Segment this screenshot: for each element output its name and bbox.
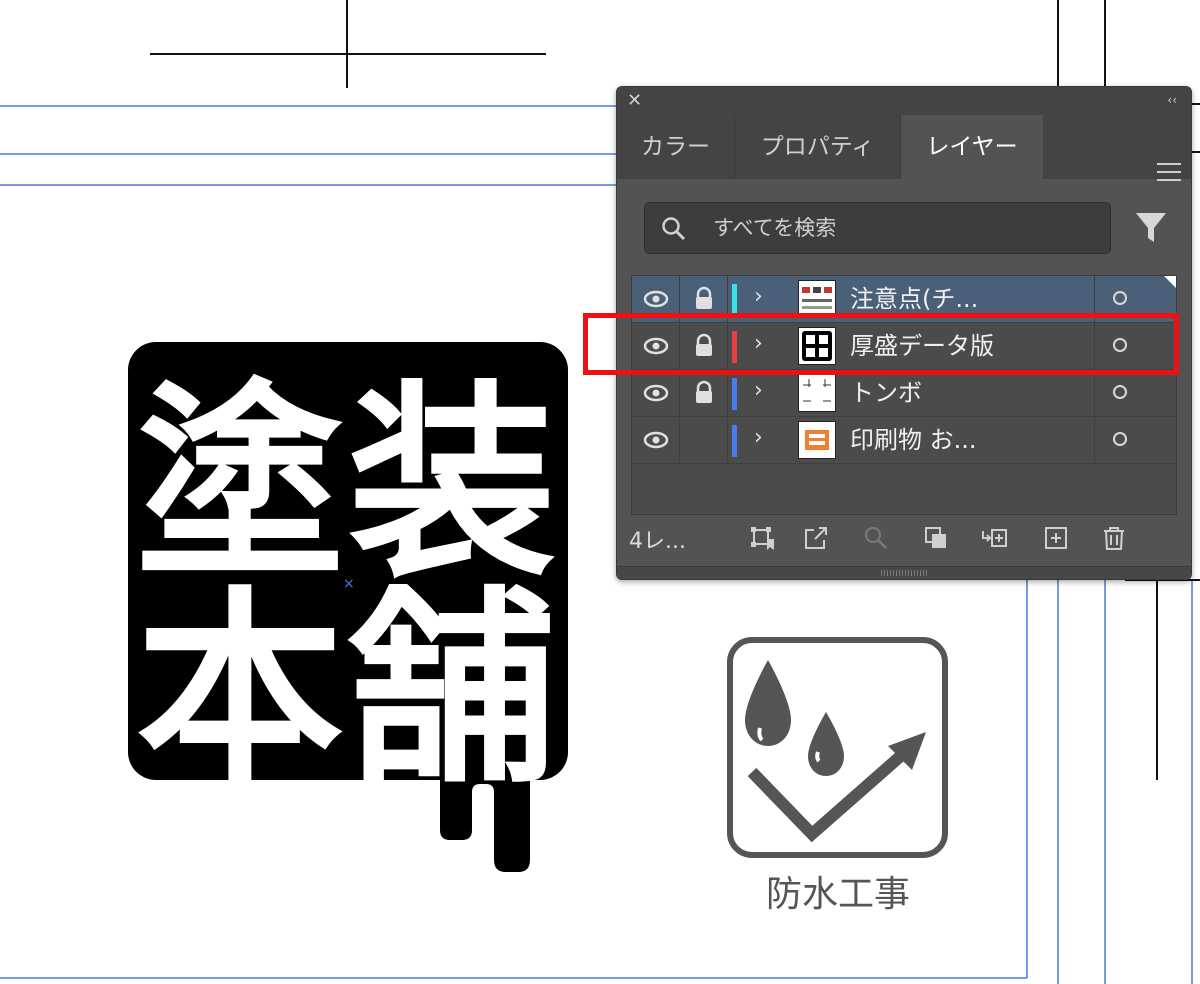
layer-name[interactable]: トンボ (850, 370, 922, 416)
collect-for-export-icon[interactable] (749, 525, 775, 551)
tab-layers[interactable]: レイヤー (901, 115, 1043, 179)
layer-name[interactable]: 印刷物 お... (850, 417, 977, 463)
search-placeholder: すべてを検索 (713, 216, 837, 240)
close-icon[interactable]: ✕ (627, 90, 642, 111)
logo-mark: 塗 装 本 舗 (128, 342, 568, 872)
tab-properties[interactable]: プロパティ (735, 115, 901, 179)
highlight-annotation-box (583, 313, 1179, 375)
layer-thumbnail (798, 374, 836, 412)
create-sublayer-icon[interactable] (981, 525, 1007, 551)
lock-toggle[interactable] (680, 417, 728, 463)
layer-thumbnail (798, 421, 836, 459)
search-icon (662, 217, 686, 241)
panel-resize-handle[interactable] (617, 566, 1191, 579)
current-layer-indicator (1164, 276, 1176, 288)
expand-chevron-icon[interactable]: › (754, 425, 763, 450)
target-circle-icon (1113, 291, 1127, 305)
waterproof-icon (727, 637, 948, 858)
layer-color-swatch (732, 378, 737, 410)
trash-icon[interactable] (1101, 525, 1127, 551)
tab-color[interactable]: カラー (617, 115, 735, 179)
visibility-toggle[interactable] (632, 417, 680, 463)
eye-icon (643, 384, 669, 402)
layer-target[interactable] (1094, 370, 1176, 416)
visibility-toggle[interactable] (632, 370, 680, 416)
layer-target[interactable] (1094, 417, 1176, 463)
layer-color-swatch (732, 425, 737, 457)
panel-tabs: カラー プロパティ レイヤー (617, 115, 1191, 181)
logo-char-4: 舗 (347, 570, 556, 812)
panel-titlebar[interactable]: ✕ ‹‹ (617, 87, 1191, 115)
panel-menu-icon[interactable] (1157, 163, 1181, 181)
layer-row[interactable]: › 印刷物 お... (632, 417, 1176, 464)
anchor-point-icon: × (343, 576, 355, 592)
logo-char-3: 本 (136, 570, 344, 812)
layer-color-swatch (732, 284, 737, 316)
layer-row[interactable]: › トンボ (632, 370, 1176, 417)
layer-count: 4レ... (629, 529, 686, 554)
make-clipping-mask-icon[interactable] (923, 525, 949, 551)
locate-object-icon[interactable] (863, 525, 889, 551)
eye-icon (643, 431, 669, 449)
expand-chevron-icon[interactable]: › (754, 284, 763, 309)
create-new-layer-icon[interactable] (1043, 525, 1069, 551)
lock-toggle[interactable] (680, 370, 728, 416)
layers-list: › 注意点(チ... › 厚盛データ版 › トンボ › 印刷物 お... (631, 275, 1177, 515)
target-circle-icon (1113, 432, 1127, 446)
waterproof-label: 防水工事 (766, 874, 910, 915)
search-input[interactable]: すべてを検索 (644, 202, 1111, 254)
panel-footer: 4レ... (617, 515, 1191, 557)
collapse-icon[interactable]: ‹‹ (1167, 93, 1177, 107)
filter-icon[interactable] (1135, 211, 1167, 245)
lock-icon (696, 380, 712, 403)
target-circle-icon (1113, 385, 1127, 399)
export-icon[interactable] (803, 525, 829, 551)
expand-chevron-icon[interactable]: › (754, 378, 763, 403)
